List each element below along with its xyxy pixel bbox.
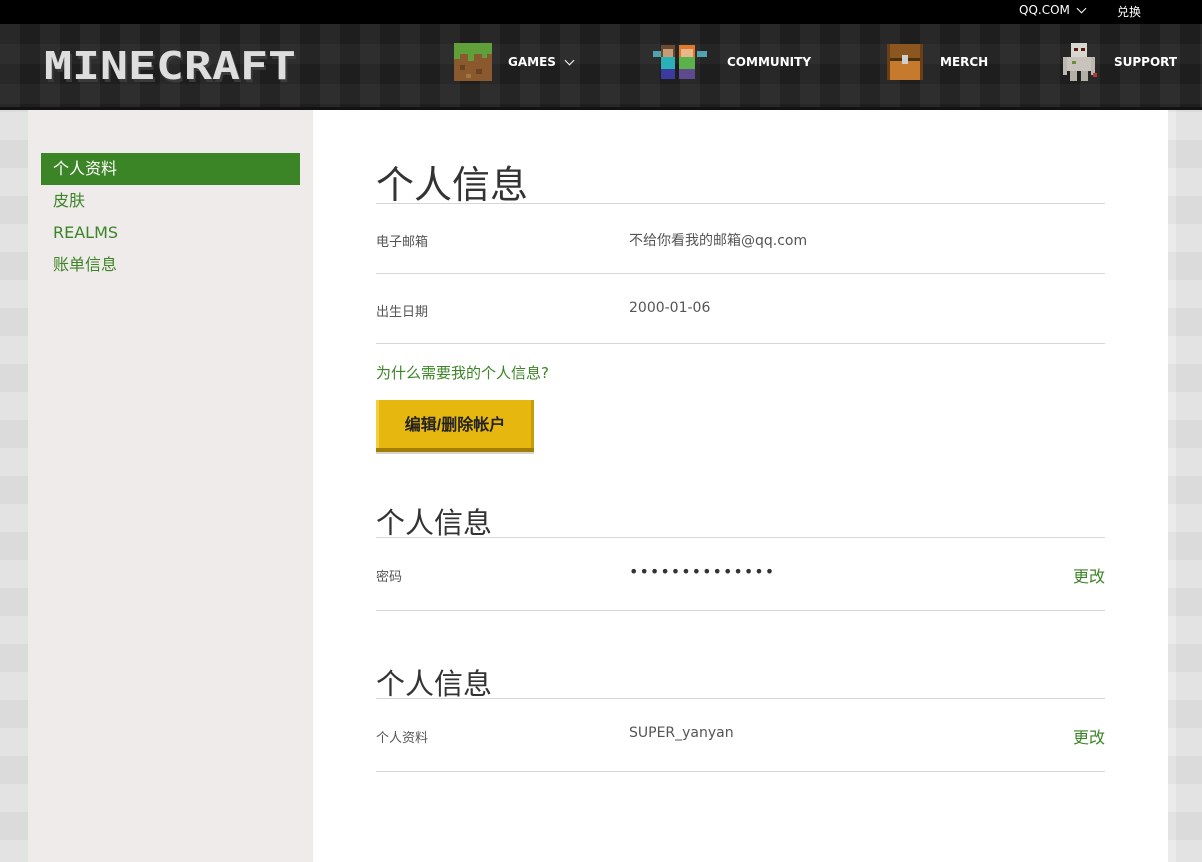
password-label: 密码 (376, 570, 403, 585)
region-label: QQ.COM (1019, 3, 1070, 17)
why-personal-info-link[interactable]: 为什么需要我的个人信息? (376, 362, 549, 383)
chevron-down-icon (564, 55, 575, 65)
divider (376, 698, 1105, 699)
iron-golem-icon (1063, 43, 1097, 81)
change-password-link[interactable]: 更改 (1073, 563, 1105, 587)
chest-icon (887, 44, 923, 80)
characters-icon (653, 45, 707, 79)
divider (376, 343, 1105, 344)
change-profile-name-link[interactable]: 更改 (1073, 724, 1105, 748)
profile-name-label: 个人资料 (376, 731, 429, 746)
sidebar: 个人资料 皮肤 REALMS 账单信息 (28, 110, 313, 862)
page-title: 个人信息 (376, 163, 529, 207)
sidebar-item-realms[interactable]: REALMS (41, 217, 300, 249)
edit-delete-account-button[interactable]: 编辑/删除帐户 (376, 400, 534, 452)
chevron-down-icon (1076, 3, 1087, 13)
section-title-password: 个人信息 (376, 506, 493, 540)
nav-item-community[interactable]: COMMUNITY (651, 42, 811, 82)
divider (376, 203, 1105, 204)
birthdate-value: 2000-01-06 (629, 300, 711, 316)
redeem-link[interactable]: 兑换 (1117, 3, 1141, 20)
top-utility-bar: QQ.COM 兑换 (0, 0, 1202, 24)
divider (376, 537, 1105, 538)
email-value: 不给你看我的邮箱@qq.com (629, 233, 808, 249)
main-content: 个人信息 电子邮箱 不给你看我的邮箱@qq.com 出生日期 2000-01-0… (313, 110, 1168, 862)
profile-name-value: SUPER_yanyan (629, 725, 734, 741)
main-nav: MINECRAFT MINECRAFT GAMES COMMUNITY MERC… (0, 24, 1202, 110)
nav-label-merch: MERCH (940, 55, 989, 69)
nav-item-merch[interactable]: MERCH (886, 42, 988, 82)
divider (376, 771, 1105, 772)
sidebar-item-profile[interactable]: 个人资料 (41, 153, 300, 185)
divider (376, 273, 1105, 274)
nav-label-games: GAMES (508, 55, 556, 69)
divider (376, 610, 1105, 611)
section-title-profile: 个人信息 (376, 667, 493, 701)
nav-label-support: SUPPORT (1114, 55, 1178, 69)
nav-label-community: COMMUNITY (727, 55, 812, 69)
email-label: 电子邮箱 (376, 235, 429, 250)
nav-item-games[interactable]: GAMES (454, 42, 575, 82)
region-selector[interactable]: QQ.COM (1019, 3, 1087, 17)
sidebar-item-billing[interactable]: 账单信息 (41, 249, 300, 281)
minecraft-logo[interactable]: MINECRAFT MINECRAFT (44, 44, 300, 90)
svg-text:MINECRAFT: MINECRAFT (44, 44, 296, 88)
password-value: •••••••••••••• (629, 562, 776, 581)
nav-item-support[interactable]: SUPPORT (1060, 42, 1177, 82)
sidebar-item-skins[interactable]: 皮肤 (41, 185, 300, 217)
grass-block-icon (454, 43, 492, 81)
birthdate-label: 出生日期 (376, 305, 429, 320)
